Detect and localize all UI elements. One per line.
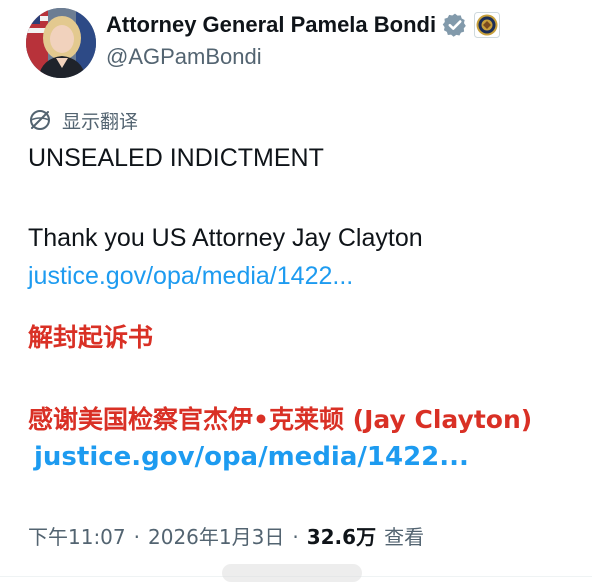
display-name[interactable]: Attorney General Pamela Bondi [106, 12, 436, 38]
show-translation-button[interactable]: 显示翻译 [28, 107, 138, 133]
translated-text-line: 感谢美国检察官杰伊•克莱顿 (Jay Clayton) [28, 405, 533, 434]
doj-seal-icon [474, 12, 501, 38]
show-translation-label: 显示翻译 [62, 110, 139, 133]
avatar[interactable] [26, 8, 96, 78]
tweet: Attorney General Pamela Bondi @AGPamBond… [0, 0, 592, 588]
verified-badge-icon[interactable] [442, 12, 468, 38]
user-handle[interactable]: @AGPamBondi [106, 44, 262, 70]
globe-slash-icon [28, 108, 52, 132]
separator: · [292, 525, 299, 549]
separator: · [133, 525, 140, 549]
post-link[interactable]: justice.gov/opa/media/1422... [28, 262, 353, 291]
avatar-image [26, 8, 96, 78]
views-label: 查看 [384, 525, 425, 549]
post-text-line: Thank you US Attorney Jay Clayton [28, 224, 423, 252]
post-date[interactable]: 2026年1月3日 [148, 521, 284, 550]
name-row: Attorney General Pamela Bondi [106, 10, 501, 40]
watermark [222, 564, 362, 582]
translated-text-line: 解封起诉书 [28, 323, 154, 352]
post-meta: 下午11:07 · 2026年1月3日 · 32.6万 查看 [28, 521, 424, 550]
translated-post-link[interactable]: justice.gov/opa/media/1422... [34, 442, 469, 472]
post-text-line: UNSEALED INDICTMENT [28, 144, 324, 172]
post-time[interactable]: 下午11:07 [28, 521, 126, 550]
views-count: 32.6万 [306, 525, 377, 549]
